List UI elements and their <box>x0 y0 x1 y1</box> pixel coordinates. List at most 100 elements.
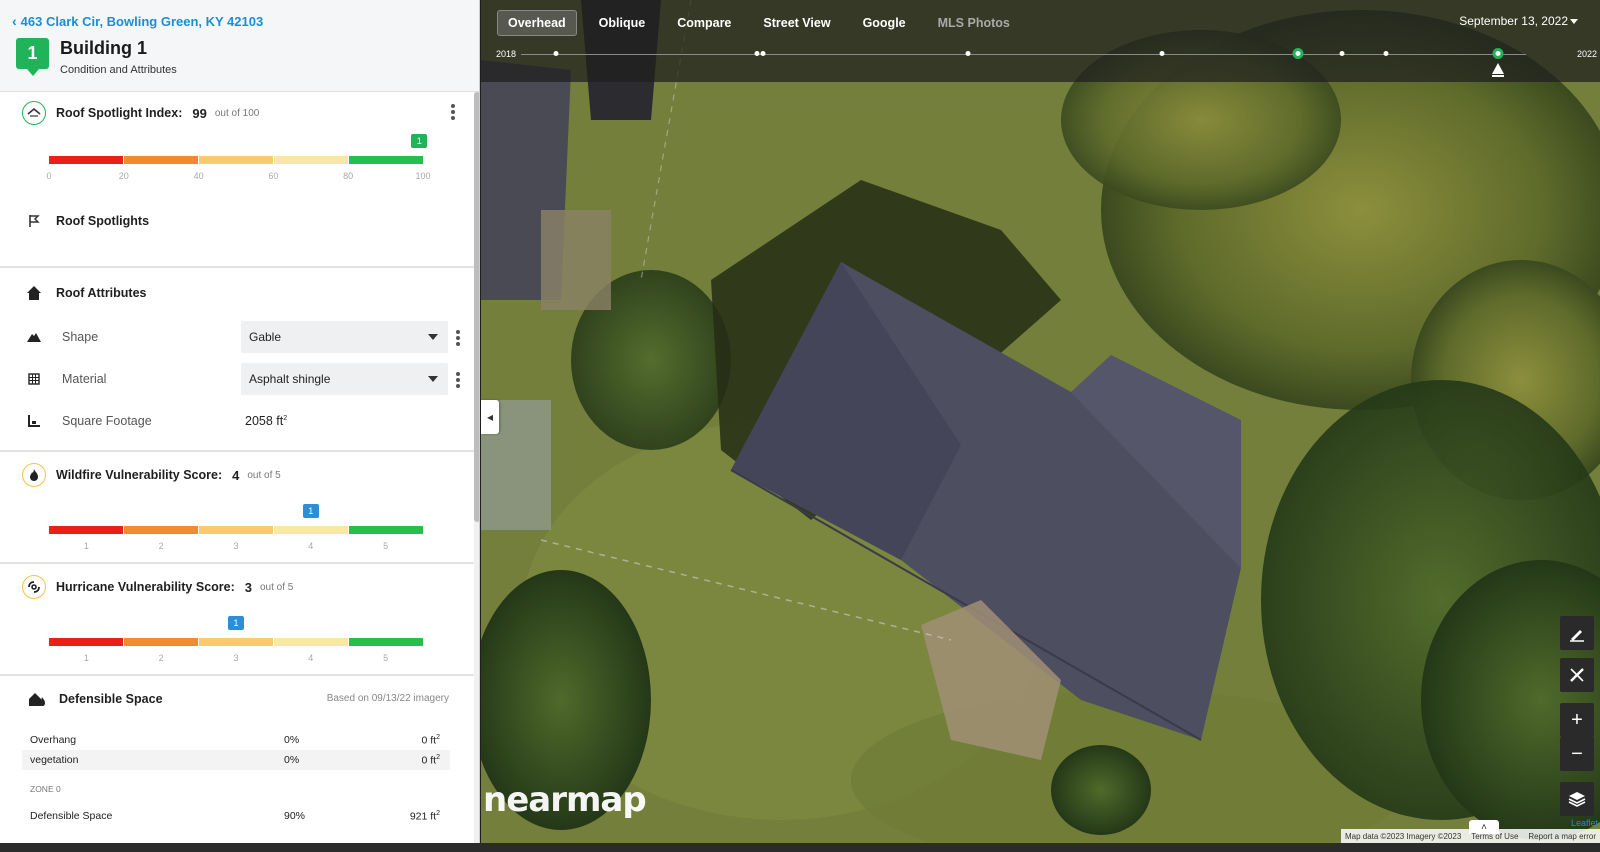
home-icon <box>22 281 46 305</box>
material-label: Material <box>62 372 107 386</box>
scale-tick-label: 60 <box>268 171 279 181</box>
roof-attributes-section: Roof Attributes Shape Gable Material Asp… <box>0 270 479 452</box>
caret-down-icon <box>428 334 438 340</box>
wildfire-score-marker: 1 <box>302 504 319 518</box>
score-bar-segment <box>349 526 423 534</box>
timeline-capture-dot[interactable] <box>1339 51 1345 56</box>
tab-compare[interactable]: Compare <box>667 11 741 35</box>
score-bar-segment <box>199 156 273 164</box>
flag-icon <box>22 209 46 233</box>
layers-button[interactable] <box>1560 782 1594 816</box>
scale-tick-label: 100 <box>415 171 431 181</box>
row-name: vegetation <box>30 754 79 766</box>
tab-google[interactable]: Google <box>853 11 916 35</box>
building-subtitle: Condition and Attributes <box>60 64 177 76</box>
scrollbar-thumb[interactable] <box>474 92 479 522</box>
score-bar-segment <box>199 638 273 646</box>
timeline-capture-dot[interactable] <box>965 51 971 56</box>
hurricane-section: Hurricane Vulnerability Score: 3 out of … <box>0 564 479 676</box>
scale-ticks: 1 2 3 4 5 <box>49 541 423 553</box>
layers-icon <box>1568 792 1586 807</box>
panel-header: ‹ 463 Clark Cir, Bowling Green, KY 42103… <box>0 0 479 92</box>
scale-ticks: 0 20 40 60 80 100 <box>46 171 430 183</box>
row-name: Defensible Space <box>30 810 113 822</box>
timeline-capture-dot[interactable] <box>754 51 760 56</box>
material-grid-icon <box>26 371 42 387</box>
material-dropdown[interactable]: Asphalt shingle <box>241 363 448 395</box>
imagery-timeline[interactable] <box>521 54 1526 55</box>
caret-down-icon <box>428 376 438 382</box>
timeline-capture-dot[interactable] <box>1292 48 1304 59</box>
view-tabs: Overhead Oblique Compare Street View Goo… <box>497 10 1032 36</box>
report-map-error-link[interactable]: Report a map error <box>1528 832 1596 841</box>
roof-score-icon <box>22 101 46 125</box>
imagery-date-dropdown[interactable]: September 13, 2022 <box>1459 14 1568 28</box>
score-bar-segment <box>274 526 348 534</box>
attribution-data: Map data ©2023 Imagery ©2023 <box>1344 831 1462 841</box>
chevron-left-icon: ◂ <box>486 410 494 424</box>
scale-tick-label: 40 <box>193 171 204 181</box>
score-bar-segment <box>349 156 423 164</box>
tab-mls-photos[interactable]: MLS Photos <box>928 11 1020 35</box>
tab-overhead[interactable]: Overhead <box>497 10 577 36</box>
tab-street-view[interactable]: Street View <box>753 11 840 35</box>
tab-oblique[interactable]: Oblique <box>589 11 656 35</box>
defensible-space-zone-table: Defensible Space 90% 921 ft2 <box>22 806 450 826</box>
timeline-selected-dot[interactable] <box>1492 48 1504 59</box>
chevron-left-icon: ‹ <box>12 13 17 29</box>
scale-tick-label: 0 <box>46 171 52 181</box>
material-value: Asphalt shingle <box>249 372 331 386</box>
scale-tick-label: 5 <box>383 541 389 551</box>
shape-more-options-icon[interactable] <box>456 330 460 346</box>
timeline-capture-dot[interactable] <box>553 51 559 56</box>
tools-icon <box>1570 668 1584 682</box>
draw-tool-button[interactable] <box>1560 658 1594 692</box>
collapse-panel-button[interactable]: ◂ <box>481 400 499 434</box>
roof-spotlight-scale: 1 0 20 40 60 80 100 <box>46 134 431 183</box>
house-fire-icon <box>25 687 49 711</box>
score-bar <box>49 156 423 164</box>
roof-spotlight-title: Roof Spotlight Index: <box>56 106 183 120</box>
scale-tick-label: 2 <box>158 653 164 663</box>
score-bar-segment <box>274 156 348 164</box>
score-bar-segment <box>274 638 348 646</box>
timeline-capture-dot[interactable] <box>1383 51 1389 56</box>
roof-spotlight-value: 99 <box>192 105 207 121</box>
zoom-in-button[interactable]: + <box>1560 703 1594 737</box>
hurricane-outof: out of 5 <box>260 581 294 593</box>
scale-tick-label: 5 <box>383 653 389 663</box>
imagery-toolbar: Overhead Oblique Compare Street View Goo… <box>481 0 1600 82</box>
leaflet-link[interactable]: Leaflet <box>1571 818 1598 828</box>
zoom-out-button[interactable]: − <box>1560 737 1594 771</box>
timeline-capture-dot[interactable] <box>760 51 766 56</box>
roof-spotlight-section: Roof Spotlight Index: 99 out of 100 1 0 2… <box>0 92 479 268</box>
hurricane-scale: 1 1 2 3 4 5 <box>49 616 423 664</box>
row-percent: 90% <box>284 810 306 822</box>
zone-label: ZONE 0 <box>30 784 61 794</box>
shape-dropdown[interactable]: Gable <box>241 321 448 353</box>
hurricane-title: Hurricane Vulnerability Score: <box>56 580 235 594</box>
plus-icon: + <box>1571 708 1583 731</box>
roof-spotlights-link[interactable]: Roof Spotlights <box>56 214 149 228</box>
square-footage-value: 2058 ft2 <box>245 414 288 428</box>
wildfire-outof: out of 5 <box>247 469 281 481</box>
wildfire-section: Wildfire Vulnerability Score: 4 out of 5… <box>0 452 479 564</box>
material-more-options-icon[interactable] <box>456 372 460 388</box>
score-bar-segment <box>49 638 123 646</box>
row-name: Overhang <box>30 734 77 746</box>
roof-shape-icon <box>26 329 42 345</box>
square-footage-label: Square Footage <box>62 414 152 428</box>
measure-tool-button[interactable] <box>1560 616 1594 650</box>
back-to-address-link[interactable]: ‹ 463 Clark Cir, Bowling Green, KY 42103 <box>12 13 263 29</box>
more-options-icon[interactable] <box>451 104 457 120</box>
row-area: 921 ft2 <box>409 809 440 823</box>
row-area: 0 ft2 <box>421 753 441 767</box>
wildfire-title: Wildfire Vulnerability Score: <box>56 468 223 482</box>
aerial-map[interactable]: Overhead Oblique Compare Street View Goo… <box>481 0 1600 843</box>
hurricane-score-marker: 1 <box>228 616 244 630</box>
attribution-terms-link[interactable]: Terms of Use <box>1471 832 1518 841</box>
scale-tick-label: 3 <box>233 541 239 551</box>
timeline-capture-dot[interactable] <box>1159 51 1165 56</box>
shape-row: Shape Gable <box>0 316 479 358</box>
roof-attributes-title: Roof Attributes <box>56 286 147 300</box>
